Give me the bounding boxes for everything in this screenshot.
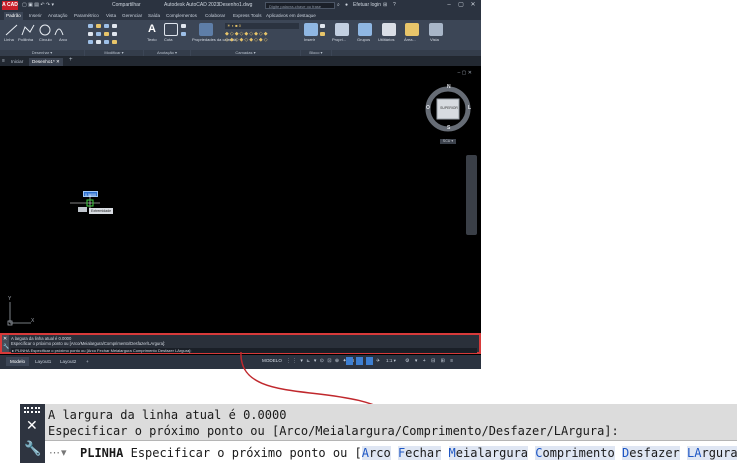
command-input-text[interactable]: PLINHA Especificar o próximo ponto ou [A… [80, 446, 737, 460]
option-meialargura[interactable]: Meialargura [448, 446, 529, 460]
command-prompt-icon[interactable]: ⋯▾ [49, 446, 68, 459]
wrench-icon[interactable]: 🔧 [24, 441, 41, 455]
history-line-1: A largura da linha atual é 0.0000 [48, 408, 287, 422]
option-arco[interactable]: Arco [361, 446, 391, 460]
command-input-line[interactable]: ⋯▾ PLINHA Especificar o próximo ponto ou… [45, 440, 737, 463]
history-line-2: Especificar o próximo ponto ou [Arco/Mei… [48, 424, 619, 438]
option-largura[interactable]: LArgura [687, 446, 737, 460]
close-icon[interactable]: ✕ [26, 418, 38, 432]
option-fechar[interactable]: Fechar [397, 446, 442, 460]
option-desfazer[interactable]: Desfazer [621, 446, 680, 460]
grip-handle[interactable] [24, 407, 40, 413]
option-comprimento[interactable]: Comprimento [535, 446, 615, 460]
command-zoom-side: ✕ 🔧 [20, 404, 45, 463]
callout-arrow [240, 351, 403, 424]
